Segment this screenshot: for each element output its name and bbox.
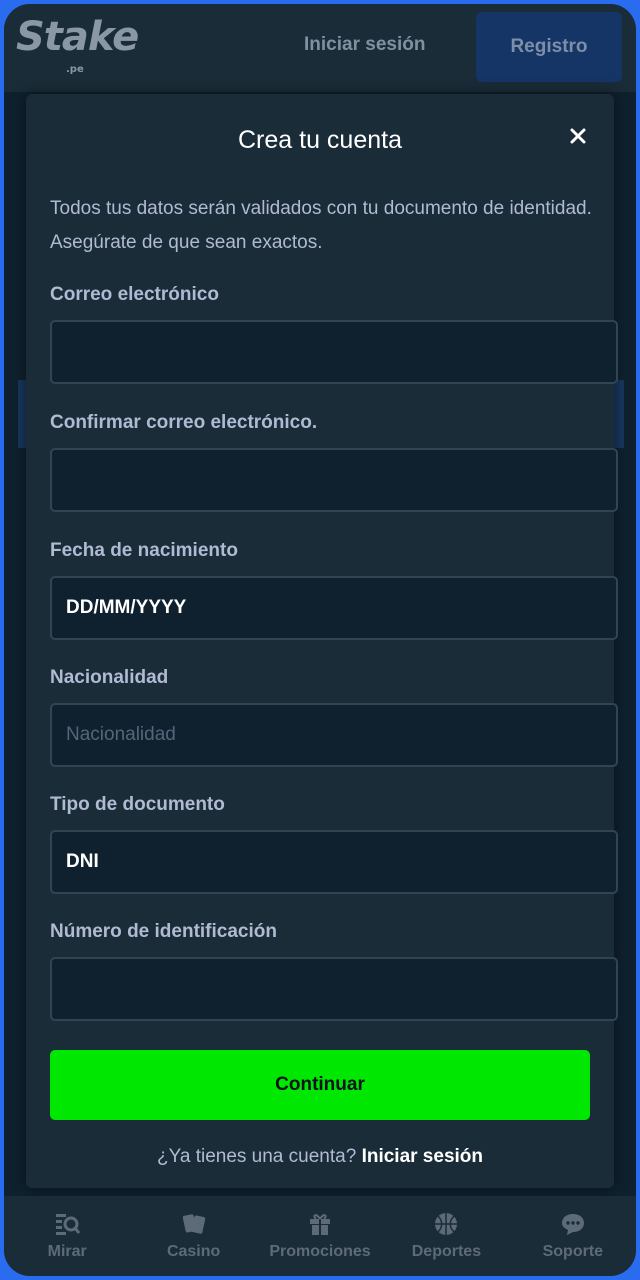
doc-type-select[interactable]: DNI xyxy=(50,830,618,894)
close-icon[interactable] xyxy=(566,124,590,148)
nav-label: Casino xyxy=(166,1243,221,1260)
browse-icon xyxy=(56,1214,81,1235)
birthdate-field[interactable]: DD/MM/YYYY xyxy=(50,576,618,640)
header-login-link[interactable]: Iniciar sesión xyxy=(304,34,425,56)
email-label: Correo electrónico xyxy=(50,284,219,305)
nav-item-mirar[interactable]: Mirar xyxy=(4,1196,130,1276)
stake-logo[interactable]: Stake .pe xyxy=(16,14,146,84)
top-header: Stake .pe Iniciar sesión Registro xyxy=(4,4,636,92)
modal-title: Crea tu cuenta xyxy=(238,126,402,154)
nav-item-deportes[interactable]: Deportes xyxy=(383,1196,509,1276)
doc-type-value: DNI xyxy=(66,851,99,872)
nav-item-promociones[interactable]: Promociones xyxy=(257,1196,383,1276)
login-prompt-question: ¿Ya tienes una cuenta? xyxy=(156,1146,357,1167)
doc-type-label: Tipo de documento xyxy=(50,794,225,815)
logo-text: Stake xyxy=(16,14,139,60)
cards-icon xyxy=(182,1214,205,1234)
nav-label: Mirar xyxy=(47,1243,87,1260)
header-register-button[interactable]: Registro xyxy=(476,12,622,82)
birthdate-label: Fecha de nacimiento xyxy=(50,540,238,561)
continue-button[interactable]: Continuar xyxy=(50,1050,590,1120)
nav-label: Promociones xyxy=(269,1243,371,1260)
bottom-nav: Mirar Casino Promociones Deportes Soport… xyxy=(4,1196,636,1276)
nav-item-soporte[interactable]: Soporte xyxy=(510,1196,636,1276)
confirm-email-label: Confirmar correo electrónico. xyxy=(50,412,318,433)
confirm-email-field[interactable] xyxy=(50,448,618,512)
ball-icon xyxy=(435,1213,458,1235)
nav-label: Soporte xyxy=(542,1243,604,1260)
birthdate-value: DD/MM/YYYY xyxy=(66,597,187,618)
nav-item-casino[interactable]: Casino xyxy=(130,1196,256,1276)
chat-icon xyxy=(561,1214,584,1235)
logo-tld: .pe xyxy=(66,64,84,75)
nationality-field[interactable] xyxy=(50,703,618,767)
email-field[interactable] xyxy=(50,320,618,384)
nav-label: Deportes xyxy=(411,1243,482,1260)
app-frame: Stake .pe Iniciar sesión Registro Crea t… xyxy=(4,4,636,1276)
intro-text: Todos tus datos serán validados con tu d… xyxy=(50,198,592,253)
id-number-label: Número de identificación xyxy=(50,921,277,942)
login-prompt-link[interactable]: Iniciar sesión xyxy=(362,1146,483,1167)
signup-modal: Crea tu cuenta Todos tus datos serán val… xyxy=(26,94,618,1188)
nationality-label: Nacionalidad xyxy=(50,667,169,688)
gift-icon xyxy=(310,1214,331,1235)
id-number-field[interactable] xyxy=(50,957,618,1021)
login-prompt: ¿Ya tienes una cuenta? Iniciar sesión xyxy=(26,1146,614,1168)
